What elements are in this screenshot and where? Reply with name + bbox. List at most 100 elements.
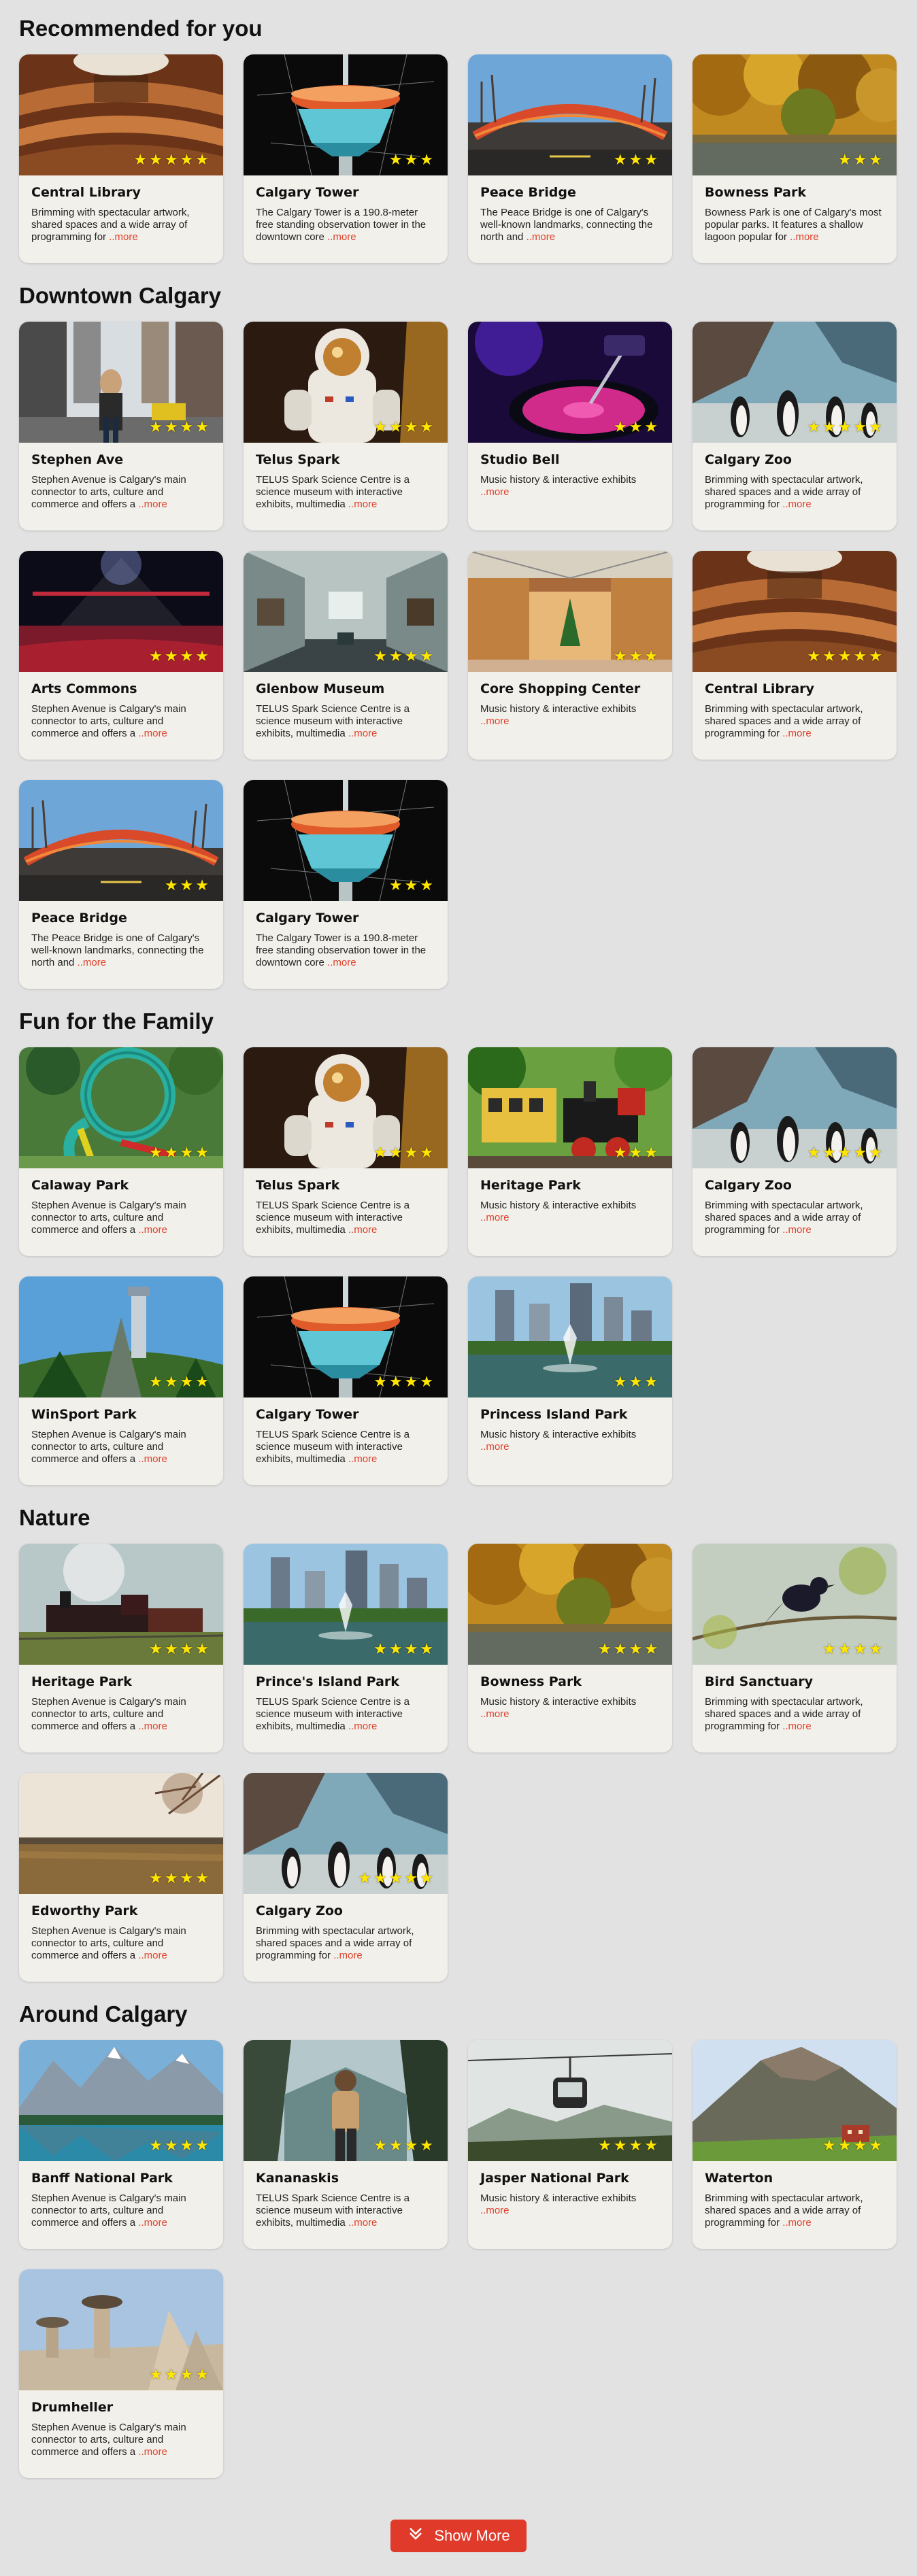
attraction-card-banff-national-park[interactable]: ★★★★ Banff National Park Stephen Avenue … <box>19 2040 223 2249</box>
attraction-card-heritage-park[interactable]: ★★★ Heritage Park Music history & intera… <box>468 1047 672 1256</box>
more-link[interactable]: ..more <box>782 728 812 739</box>
section-around-calgary: Around Calgary ★★★★ Banff National Park … <box>19 2001 898 2478</box>
attraction-name: Core Shopping Center <box>480 681 641 696</box>
attraction-card-glenbow-museum[interactable]: ★★★★ Glenbow Museum TELUS Spark Science … <box>244 551 448 760</box>
more-link[interactable]: ..more <box>348 1224 378 1236</box>
more-link[interactable]: ..more <box>333 1950 363 1961</box>
more-link[interactable]: ..more <box>138 1721 167 1732</box>
more-link[interactable]: ..more <box>138 728 167 739</box>
attraction-image: ★★★★ <box>19 1047 223 1168</box>
section-fun-for-the-family: Fun for the Family ★★★★ Calaway Park Ste… <box>19 1008 898 1485</box>
attraction-image: ★★★★ <box>244 1047 448 1168</box>
description-text: TELUS Spark Science Centre is a science … <box>256 2192 410 2228</box>
more-link[interactable]: ..more <box>480 715 510 727</box>
more-link[interactable]: ..more <box>348 1721 378 1732</box>
attraction-name: Peace Bridge <box>480 185 576 200</box>
section-title: Fun for the Family <box>19 1009 214 1034</box>
attraction-image: ★★★ <box>468 1047 672 1168</box>
more-link[interactable]: ..more <box>138 498 167 510</box>
more-link[interactable]: ..more <box>138 1453 167 1465</box>
attraction-name: Bowness Park <box>705 185 806 200</box>
more-link[interactable]: ..more <box>782 1721 812 1732</box>
show-more-button[interactable]: Show More <box>390 2520 527 2552</box>
card-body: Central Library Brimming with spectacula… <box>693 672 897 740</box>
more-link[interactable]: ..more <box>527 231 556 243</box>
attraction-name: Telus Spark <box>256 452 340 467</box>
attraction-image: ★★★ <box>244 780 448 901</box>
rating-stars: ★★★★★ <box>807 419 884 436</box>
attraction-card-peace-bridge[interactable]: ★★★ Peace Bridge The Peace Bridge is one… <box>468 54 672 263</box>
attraction-card-stephen-ave[interactable]: ★★★★ Stephen Ave Stephen Avenue is Calga… <box>19 322 223 530</box>
attraction-card-calgary-tower[interactable]: ★★★ Calgary Tower The Calgary Tower is a… <box>244 54 448 263</box>
more-link[interactable]: ..more <box>327 231 356 243</box>
more-link[interactable]: ..more <box>480 1708 510 1720</box>
card-body: Peace Bridge The Peace Bridge is one of … <box>19 901 223 969</box>
rating-stars: ★★★★ <box>373 1145 435 1162</box>
attraction-card-calgary-tower[interactable]: ★★★★ Calgary Tower TELUS Spark Science C… <box>244 1276 448 1485</box>
attraction-card-edworthy-park[interactable]: ★★★★ Edworthy Park Stephen Avenue is Cal… <box>19 1773 223 1982</box>
card-body: Edworthy Park Stephen Avenue is Calgary'… <box>19 1894 223 1962</box>
attraction-card-calaway-park[interactable]: ★★★★ Calaway Park Stephen Avenue is Calg… <box>19 1047 223 1256</box>
attraction-name: Prince's Island Park <box>256 1674 399 1689</box>
card-body: Calgary Zoo Brimming with spectacular ar… <box>693 443 897 511</box>
attraction-card-telus-spark[interactable]: ★★★★ Telus Spark TELUS Spark Science Cen… <box>244 1047 448 1256</box>
attraction-card-central-library[interactable]: ★★★★★ Central Library Brimming with spec… <box>693 551 897 760</box>
more-link[interactable]: ..more <box>109 231 138 243</box>
attraction-card-calgary-zoo[interactable]: ★★★★★ Calgary Zoo Brimming with spectacu… <box>693 322 897 530</box>
attraction-card-telus-spark[interactable]: ★★★★ Telus Spark TELUS Spark Science Cen… <box>244 322 448 530</box>
attraction-card-bowness-park[interactable]: ★★★★ Bowness Park Music history & intera… <box>468 1544 672 1752</box>
attraction-card-princess-island-park[interactable]: ★★★ Princess Island Park Music history &… <box>468 1276 672 1485</box>
rating-stars: ★★★★ <box>149 2367 211 2384</box>
attraction-card-peace-bridge[interactable]: ★★★ Peace Bridge The Peace Bridge is one… <box>19 780 223 989</box>
rating-stars: ★★★★★ <box>807 648 884 665</box>
attraction-card-arts-commons[interactable]: ★★★★ Arts Commons Stephen Avenue is Calg… <box>19 551 223 760</box>
attraction-card-core-shopping-center[interactable]: ★★★ Core Shopping Center Music history &… <box>468 551 672 760</box>
more-link[interactable]: ..more <box>782 498 812 510</box>
attraction-description: Stephen Avenue is Calgary's main connect… <box>31 1925 212 1962</box>
more-link[interactable]: ..more <box>480 1441 510 1453</box>
attraction-name: Calgary Zoo <box>256 1903 343 1918</box>
attraction-card-bowness-park[interactable]: ★★★ Bowness Park Bowness Park is one of … <box>693 54 897 263</box>
attraction-card-kananaskis[interactable]: ★★★★ Kananaskis TELUS Spark Science Cent… <box>244 2040 448 2249</box>
attraction-card-calgary-tower[interactable]: ★★★ Calgary Tower The Calgary Tower is a… <box>244 780 448 989</box>
more-link[interactable]: ..more <box>782 1224 812 1236</box>
attraction-card-studio-bell[interactable]: ★★★ Studio Bell Music history & interact… <box>468 322 672 530</box>
attraction-card-winsport-park[interactable]: ★★★★ WinSport Park Stephen Avenue is Cal… <box>19 1276 223 1485</box>
rating-stars: ★★★★ <box>149 1374 211 1391</box>
more-link[interactable]: ..more <box>480 1212 510 1223</box>
attraction-name: Jasper National Park <box>480 2171 629 2186</box>
attraction-description: Brimming with spectacular artwork, share… <box>705 2192 886 2229</box>
attraction-card-calgary-zoo[interactable]: ★★★★★ Calgary Zoo Brimming with spectacu… <box>244 1773 448 1982</box>
section-title: Around Calgary <box>19 2001 188 2027</box>
rating-stars: ★★★★ <box>149 419 211 436</box>
attraction-card-waterton[interactable]: ★★★★ Waterton Brimming with spectacular … <box>693 2040 897 2249</box>
attraction-image: ★★★★ <box>693 2040 897 2161</box>
more-link[interactable]: ..more <box>78 957 107 968</box>
more-link[interactable]: ..more <box>348 728 378 739</box>
attraction-card-bird-sanctuary[interactable]: ★★★★ Bird Sanctuary Brimming with specta… <box>693 1544 897 1752</box>
card-body: Studio Bell Music history & interactive … <box>468 443 672 498</box>
attraction-card-heritage-park[interactable]: ★★★★ Heritage Park Stephen Avenue is Cal… <box>19 1544 223 1752</box>
more-link[interactable]: ..more <box>480 486 510 498</box>
attraction-name: Bird Sanctuary <box>705 1674 814 1689</box>
attraction-card-central-library[interactable]: ★★★★★ Central Library Brimming with spec… <box>19 54 223 263</box>
more-link[interactable]: ..more <box>138 2217 167 2228</box>
card-body: Waterton Brimming with spectacular artwo… <box>693 2161 897 2229</box>
more-link[interactable]: ..more <box>348 1453 378 1465</box>
more-link[interactable]: ..more <box>138 1950 167 1961</box>
attraction-description: Stephen Avenue is Calgary's main connect… <box>31 474 212 511</box>
more-link[interactable]: ..more <box>327 957 356 968</box>
attraction-image: ★★★ <box>19 780 223 901</box>
attraction-card-drumheller[interactable]: ★★★★ Drumheller Stephen Avenue is Calgar… <box>19 2269 223 2478</box>
more-link[interactable]: ..more <box>782 2217 812 2228</box>
attraction-card-prince-s-island-park[interactable]: ★★★★ Prince's Island Park TELUS Spark Sc… <box>244 1544 448 1752</box>
more-link[interactable]: ..more <box>480 2205 510 2216</box>
more-link[interactable]: ..more <box>138 2446 167 2458</box>
attraction-card-jasper-national-park[interactable]: ★★★★ Jasper National Park Music history … <box>468 2040 672 2249</box>
more-link[interactable]: ..more <box>790 231 819 243</box>
more-link[interactable]: ..more <box>138 1224 167 1236</box>
more-link[interactable]: ..more <box>348 2217 378 2228</box>
attraction-image: ★★★ <box>468 322 672 443</box>
more-link[interactable]: ..more <box>348 498 378 510</box>
attraction-card-calgary-zoo[interactable]: ★★★★★ Calgary Zoo Brimming with spectacu… <box>693 1047 897 1256</box>
